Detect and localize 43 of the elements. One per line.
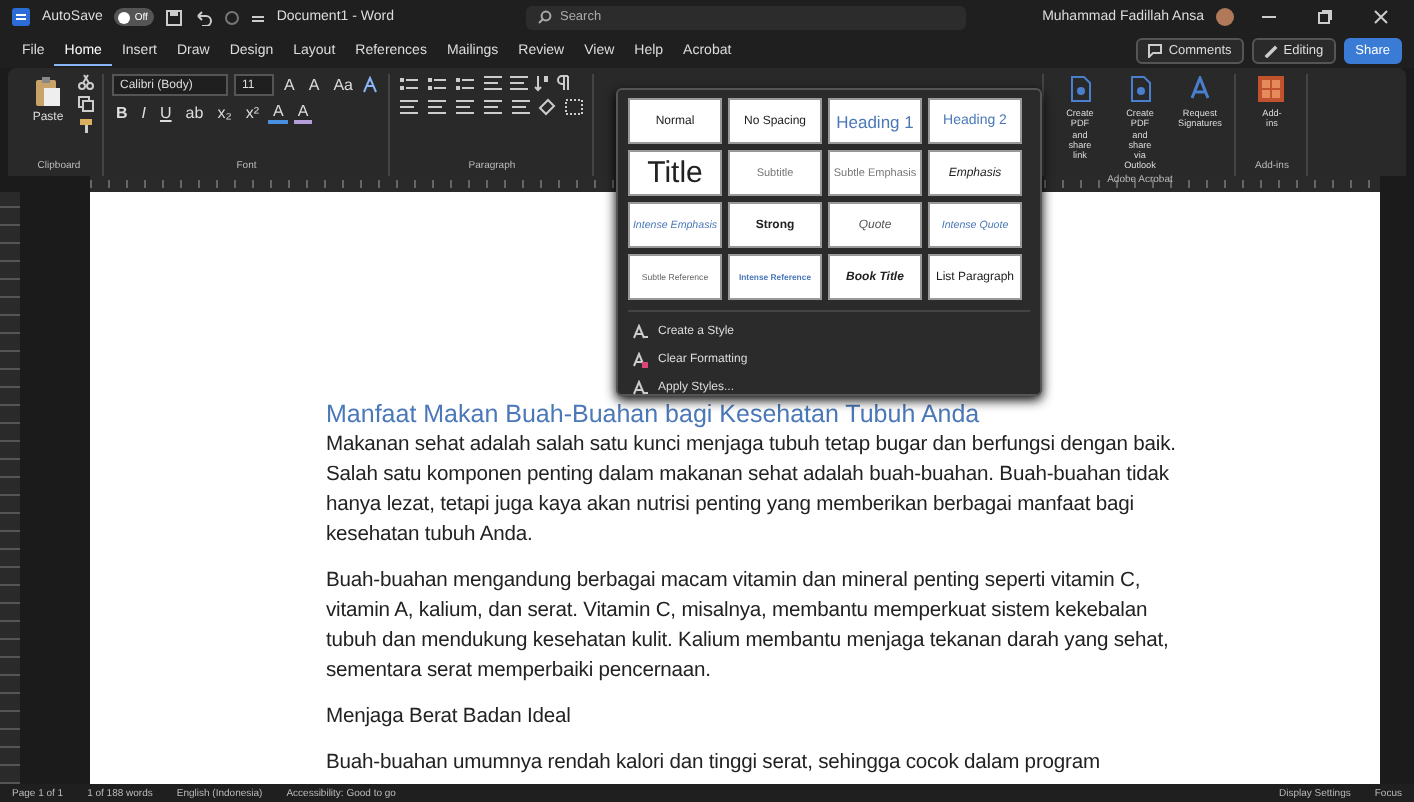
sort-icon[interactable]: [534, 74, 551, 92]
minimize-icon[interactable]: [1261, 10, 1275, 24]
save-icon[interactable]: [166, 9, 183, 25]
format-button[interactable]: U: [156, 104, 176, 122]
style-icon: [632, 324, 648, 340]
pencil-icon: [1263, 44, 1278, 58]
format-button[interactable]: I: [137, 104, 151, 122]
signature-icon: [1187, 76, 1212, 102]
style-option[interactable]: Heading 1: [828, 98, 922, 144]
body-paragraph: Menjaga Berat Badan Ideal: [326, 704, 573, 732]
style-option[interactable]: Title: [628, 150, 722, 196]
search-icon: [537, 10, 552, 24]
style-icon: [632, 380, 648, 396]
copy-icon[interactable]: [78, 96, 94, 112]
pdf-document-icon: [1127, 76, 1152, 102]
undo-icon[interactable]: [194, 9, 213, 25]
body-paragraph: Buah-buahan umumnya rendah kalori dan tinggi serat, sehingga cocok dalam program: [326, 750, 1102, 778]
brush-icon[interactable]: [78, 118, 94, 134]
pdf-document-icon: [1067, 76, 1092, 102]
format-button[interactable]: B: [112, 104, 132, 122]
close-icon[interactable]: [1373, 10, 1387, 24]
word-app-icon: [12, 8, 30, 26]
font-tool-button[interactable]: Aa: [329, 76, 357, 94]
cut-icon[interactable]: [78, 74, 94, 90]
body-paragraph: Makanan sehat adalah salah satu kunci menjaga tubuh tetap bugar dan berfungsi dengan baik. Salah satu komponen penting dalam makanan sehat adalah buah-buahan. Buah-buahan tidak hanya lezat, tetapi juga kaya akan nutrisi penting yang memberikan berbagai manfaat bagi kesehatan tubuh Anda.: [326, 432, 1178, 550]
body-paragraph: Buah-buahan mengandung berbagai macam vitamin dan mineral penting seperti vitamin C, vitamin A, kalium, dan serat. Vitamin C, misalnya, membantu memperkuat sistem kekebalan tubuh dan mendukung kesehatan kulit. Kalium membantu menjaga tekanan darah yang sehat, sementara serat memperbaiki pencernaan.: [326, 568, 1171, 686]
align-left-icon[interactable]: [398, 98, 421, 116]
format-button[interactable]: ab: [181, 104, 208, 122]
borders-icon[interactable]: [564, 98, 585, 116]
comment-icon: [1148, 44, 1163, 58]
pilcrow-icon[interactable]: [556, 74, 571, 92]
font-tool-button[interactable]: A: [280, 76, 299, 94]
add-ins-icon: [1258, 76, 1285, 102]
format-button[interactable]: x₂: [213, 104, 236, 122]
font-color-button[interactable]: A: [293, 102, 313, 124]
bullets-icon[interactable]: [398, 75, 421, 91]
clipboard-icon: [34, 76, 62, 108]
avatar-icon[interactable]: [1216, 8, 1234, 26]
format-button[interactable]: x²: [241, 104, 263, 122]
document-heading: Manfaat Makan Buah-Buahan bagi Kesehatan Tubuh Anda: [326, 398, 982, 430]
font-tool-button[interactable]: A: [304, 76, 324, 94]
font-color-button[interactable]: A: [268, 102, 288, 124]
restore-icon[interactable]: [1317, 10, 1331, 24]
